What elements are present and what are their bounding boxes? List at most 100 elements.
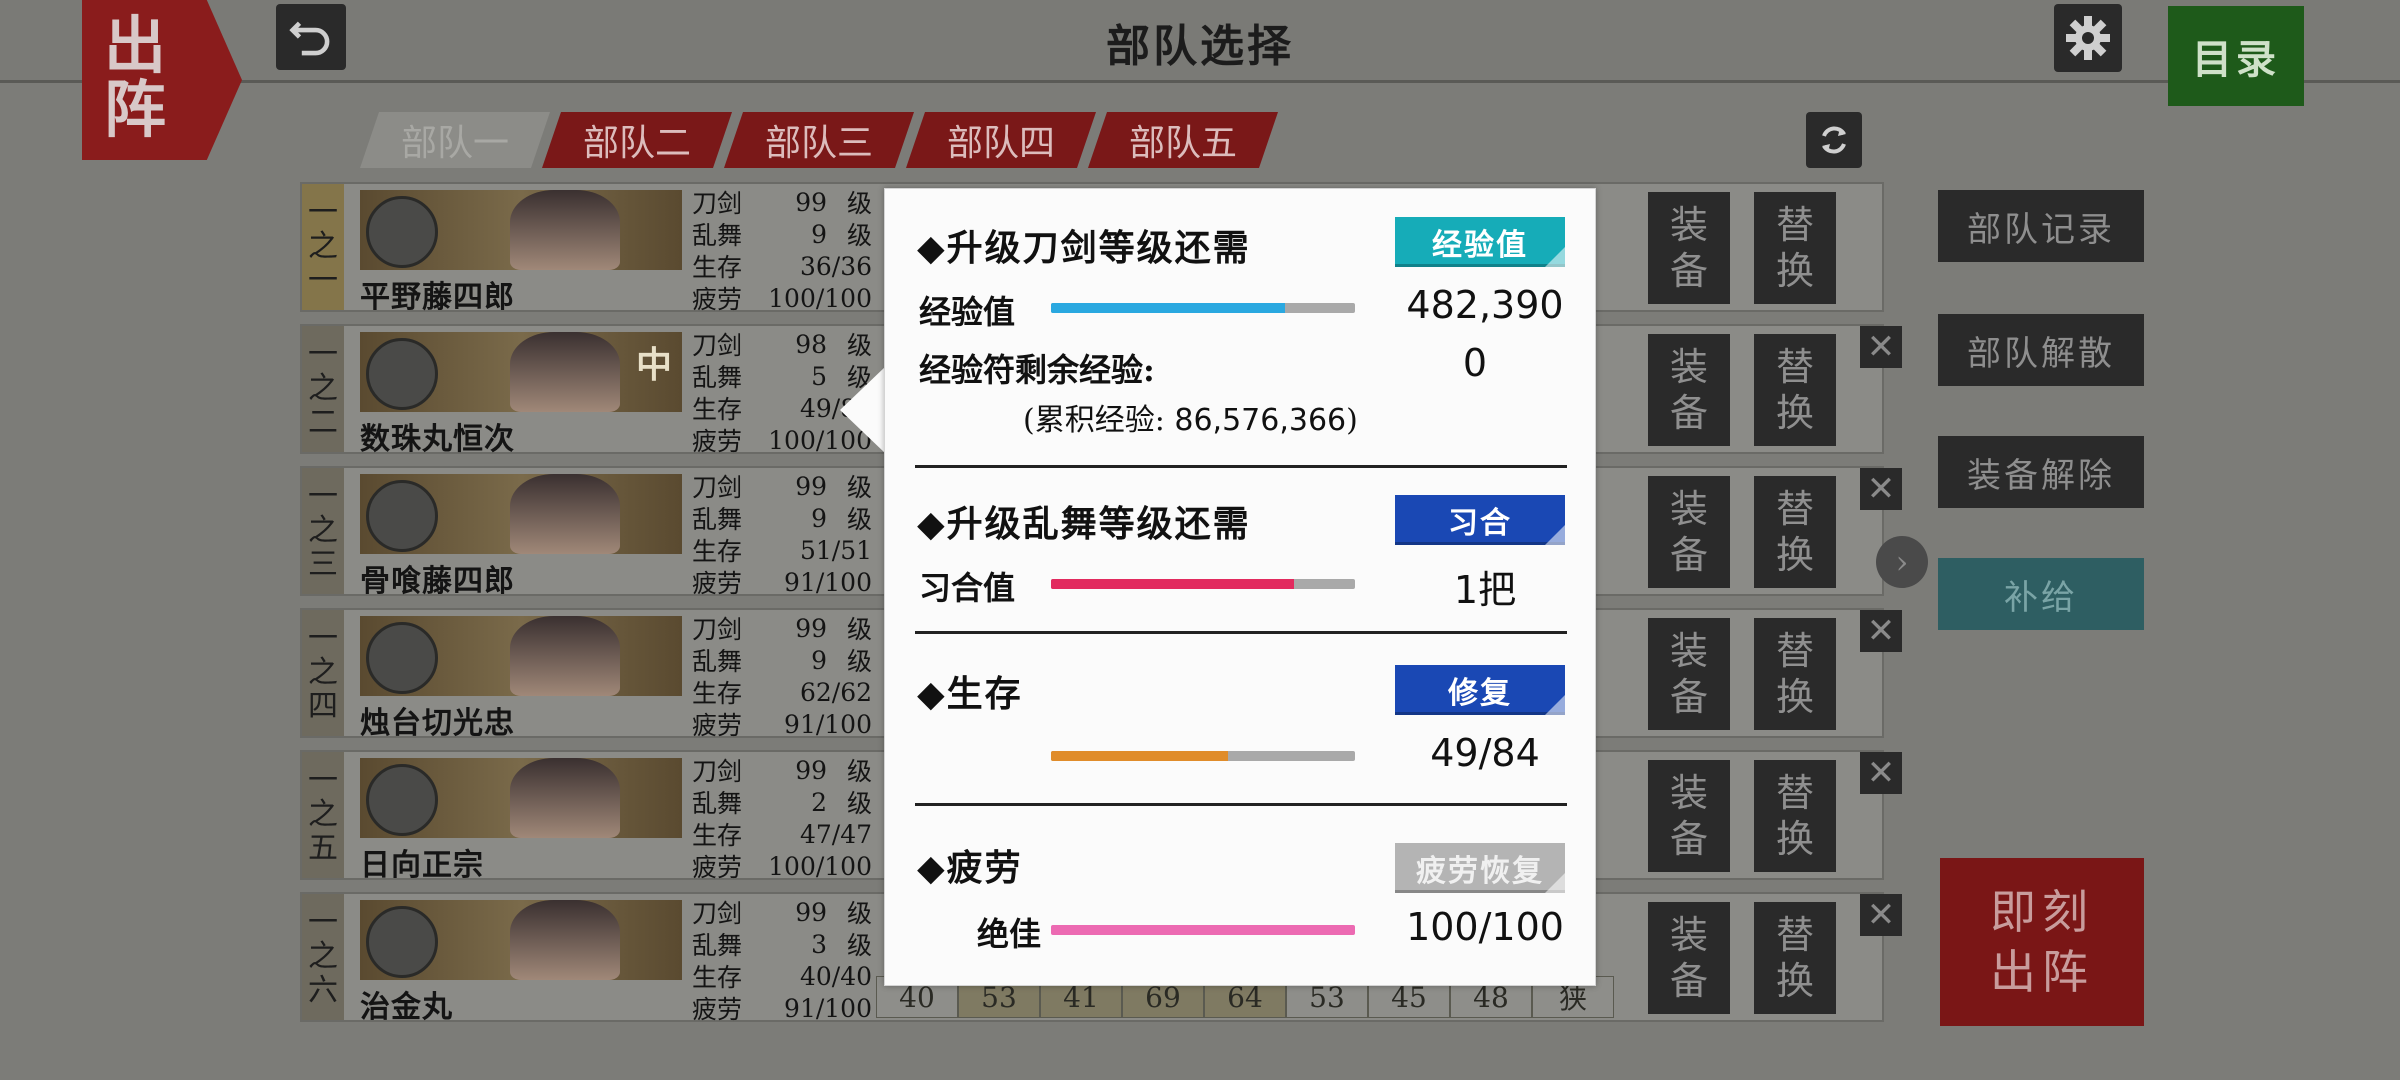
stat-label: 生存: [692, 963, 743, 992]
swap-char: 替: [1775, 771, 1814, 815]
swap-char: 替: [1775, 913, 1814, 957]
stat-sword: 刀剑 99 级: [692, 896, 872, 929]
slot-char: 之: [308, 655, 338, 690]
swap-button[interactable]: 替换: [1754, 476, 1836, 588]
unit-detail-popup: ◆升级刀剑等级还需 经验值 经验值 482,390 经验符剩余经验: 0 (累积…: [884, 188, 1596, 986]
stat-unit: 级: [846, 647, 872, 676]
slot-char: 一: [308, 195, 338, 230]
equip-button[interactable]: 装备: [1648, 618, 1730, 730]
stat-fatigue: 疲劳 100/100: [692, 850, 872, 883]
stat-sword: 刀剑 98 级: [692, 328, 872, 361]
rank-emblem-icon: [366, 622, 438, 694]
deploy-now-button[interactable]: 即刻 出阵: [1940, 858, 2144, 1026]
fusion-button[interactable]: 习合: [1395, 495, 1565, 545]
total-exp-value: 86,576,366: [1174, 403, 1347, 438]
slot-label: 一之二: [302, 326, 344, 452]
unit-portrait[interactable]: [360, 474, 682, 554]
stat-dance: 乱舞 9 级: [692, 502, 872, 535]
stat-value: 100/100: [768, 283, 872, 313]
swap-char: 换: [1775, 533, 1814, 577]
settings-button[interactable]: [2054, 4, 2122, 72]
exp-label: 经验值: [919, 293, 1016, 331]
unit-name: 日向正宗: [360, 848, 484, 883]
stat-fatigue: 疲劳 100/100: [692, 282, 872, 315]
stat-survival: 生存 47/47: [692, 818, 872, 851]
tab-squad-3[interactable]: 部队三: [724, 112, 914, 168]
equip-button[interactable]: 装备: [1648, 334, 1730, 446]
next-arrow-icon[interactable]: ›: [1876, 536, 1928, 588]
fatigue-recover-button[interactable]: 疲劳恢复: [1395, 843, 1565, 893]
talisman-label: 经验符剩余经验:: [919, 351, 1155, 389]
unit-portrait[interactable]: [360, 900, 682, 980]
equip-char: 备: [1669, 249, 1708, 293]
survival-value: 49/84: [1430, 731, 1540, 775]
unit-portrait[interactable]: [360, 616, 682, 696]
stat-value: 99: [795, 187, 827, 217]
menu-button[interactable]: 目录: [2168, 6, 2304, 106]
tab-squad-4[interactable]: 部队四: [906, 112, 1096, 168]
stat-value: 40/40: [799, 961, 872, 991]
equip-button[interactable]: 装备: [1648, 902, 1730, 1014]
unit-name: 数珠丸恒次: [360, 422, 515, 457]
deploy-now-line-2: 出阵: [1990, 945, 2094, 999]
stat-dance: 乱舞 9 级: [692, 644, 872, 677]
squad-dissolve-button[interactable]: 部队解散: [1938, 314, 2144, 386]
equip-button[interactable]: 装备: [1648, 192, 1730, 304]
stat-unit: 级: [846, 331, 872, 360]
equip-char: 备: [1669, 391, 1708, 435]
divider-3: [915, 803, 1567, 806]
unit-portrait[interactable]: [360, 190, 682, 270]
gear-icon: [2066, 16, 2110, 60]
remove-unit-button[interactable]: ✕: [1860, 610, 1902, 652]
stat-label: 乱舞: [692, 931, 743, 960]
tab-squad-5[interactable]: 部队五: [1088, 112, 1278, 168]
talisman-value: 0: [1462, 341, 1488, 385]
slot-label: 一之六: [302, 894, 344, 1020]
stat-dance: 乱舞 3 级: [692, 928, 872, 961]
squad-record-button[interactable]: 部队记录: [1938, 190, 2144, 262]
remove-unit-button[interactable]: ✕: [1860, 894, 1902, 936]
refresh-button[interactable]: [1806, 112, 1862, 168]
total-exp-prefix: (累积经验:: [1023, 403, 1165, 438]
stat-label: 生存: [692, 679, 743, 708]
swap-button[interactable]: 替换: [1754, 334, 1836, 446]
stat-unit: 级: [846, 505, 872, 534]
unit-portrait[interactable]: 中: [360, 332, 682, 412]
swap-char: 换: [1775, 675, 1814, 719]
slot-label: 一之三: [302, 468, 344, 594]
swap-button[interactable]: 替换: [1754, 902, 1836, 1014]
remove-unit-button[interactable]: ✕: [1860, 468, 1902, 510]
remove-unit-button[interactable]: ✕: [1860, 326, 1902, 368]
swap-button[interactable]: 替换: [1754, 192, 1836, 304]
swap-button[interactable]: 替换: [1754, 760, 1836, 872]
stat-survival: 生存 62/62: [692, 676, 872, 709]
slot-char: 之: [308, 939, 338, 974]
stat-fatigue: 疲劳 91/100: [692, 566, 872, 599]
tab-squad-2[interactable]: 部队二: [542, 112, 732, 168]
unequip-all-button[interactable]: 装备解除: [1938, 436, 2144, 508]
equip-char: 备: [1669, 533, 1708, 577]
refresh-icon: [1822, 126, 1846, 154]
stat-sword: 刀剑 99 级: [692, 754, 872, 787]
equip-button[interactable]: 装备: [1648, 760, 1730, 872]
stat-label: 乱舞: [692, 789, 743, 818]
equip-button[interactable]: 装备: [1648, 476, 1730, 588]
exp-button[interactable]: 经验值: [1395, 217, 1565, 267]
unit-name: 平野藤四郎: [360, 280, 515, 315]
remove-unit-button[interactable]: ✕: [1860, 752, 1902, 794]
stat-label: 乱舞: [692, 505, 743, 534]
fusion-bar: [1051, 579, 1355, 589]
slot-char: 三: [308, 547, 338, 582]
swap-button[interactable]: 替换: [1754, 618, 1836, 730]
tab-squad-1[interactable]: 部队一: [360, 112, 550, 168]
stat-label: 疲劳: [692, 427, 743, 456]
supply-button[interactable]: 补给: [1938, 558, 2144, 630]
unit-portrait[interactable]: [360, 758, 682, 838]
stat-value: 99: [795, 755, 827, 785]
swap-char: 替: [1775, 487, 1814, 531]
repair-button[interactable]: 修复: [1395, 665, 1565, 715]
total-exp-note: (累积经验: 86,576,366): [1023, 395, 1358, 439]
divider-1: [915, 465, 1567, 468]
slot-char: 之: [308, 513, 338, 548]
fatigue-value: 100/100: [1406, 905, 1564, 949]
